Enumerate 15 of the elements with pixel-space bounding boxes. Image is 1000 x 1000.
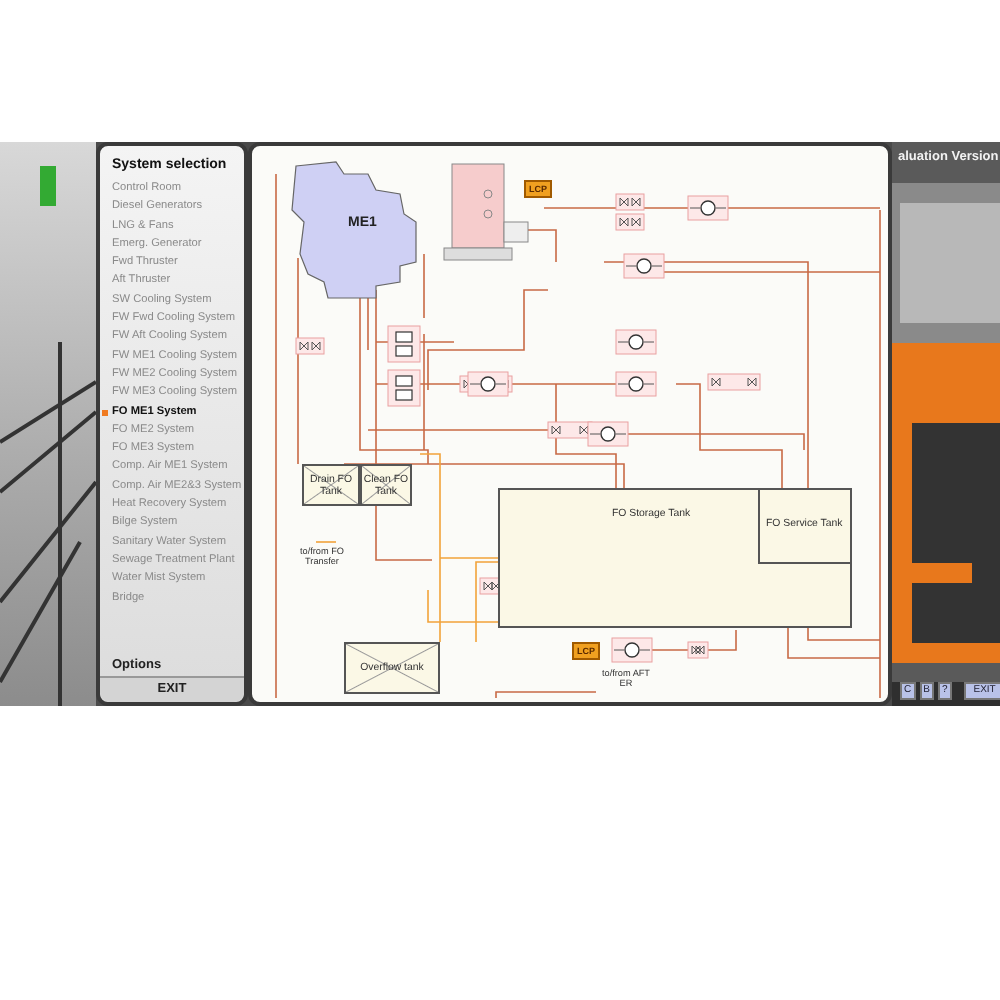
valve-icon bbox=[295, 337, 325, 355]
valve-icon bbox=[615, 213, 645, 231]
valve-icon bbox=[615, 193, 645, 211]
pump-icon bbox=[611, 637, 653, 663]
pump-icon bbox=[623, 253, 665, 279]
valve-icon bbox=[547, 421, 593, 439]
generator-drawing bbox=[443, 163, 529, 261]
pump-icon bbox=[467, 371, 509, 397]
pump-icon bbox=[615, 329, 657, 355]
valve-icon bbox=[687, 641, 709, 659]
engine-drawing bbox=[291, 161, 417, 299]
valve-icon bbox=[707, 373, 761, 391]
pump-icon bbox=[687, 195, 729, 221]
pump-icon bbox=[587, 421, 629, 447]
pump-icon bbox=[615, 371, 657, 397]
